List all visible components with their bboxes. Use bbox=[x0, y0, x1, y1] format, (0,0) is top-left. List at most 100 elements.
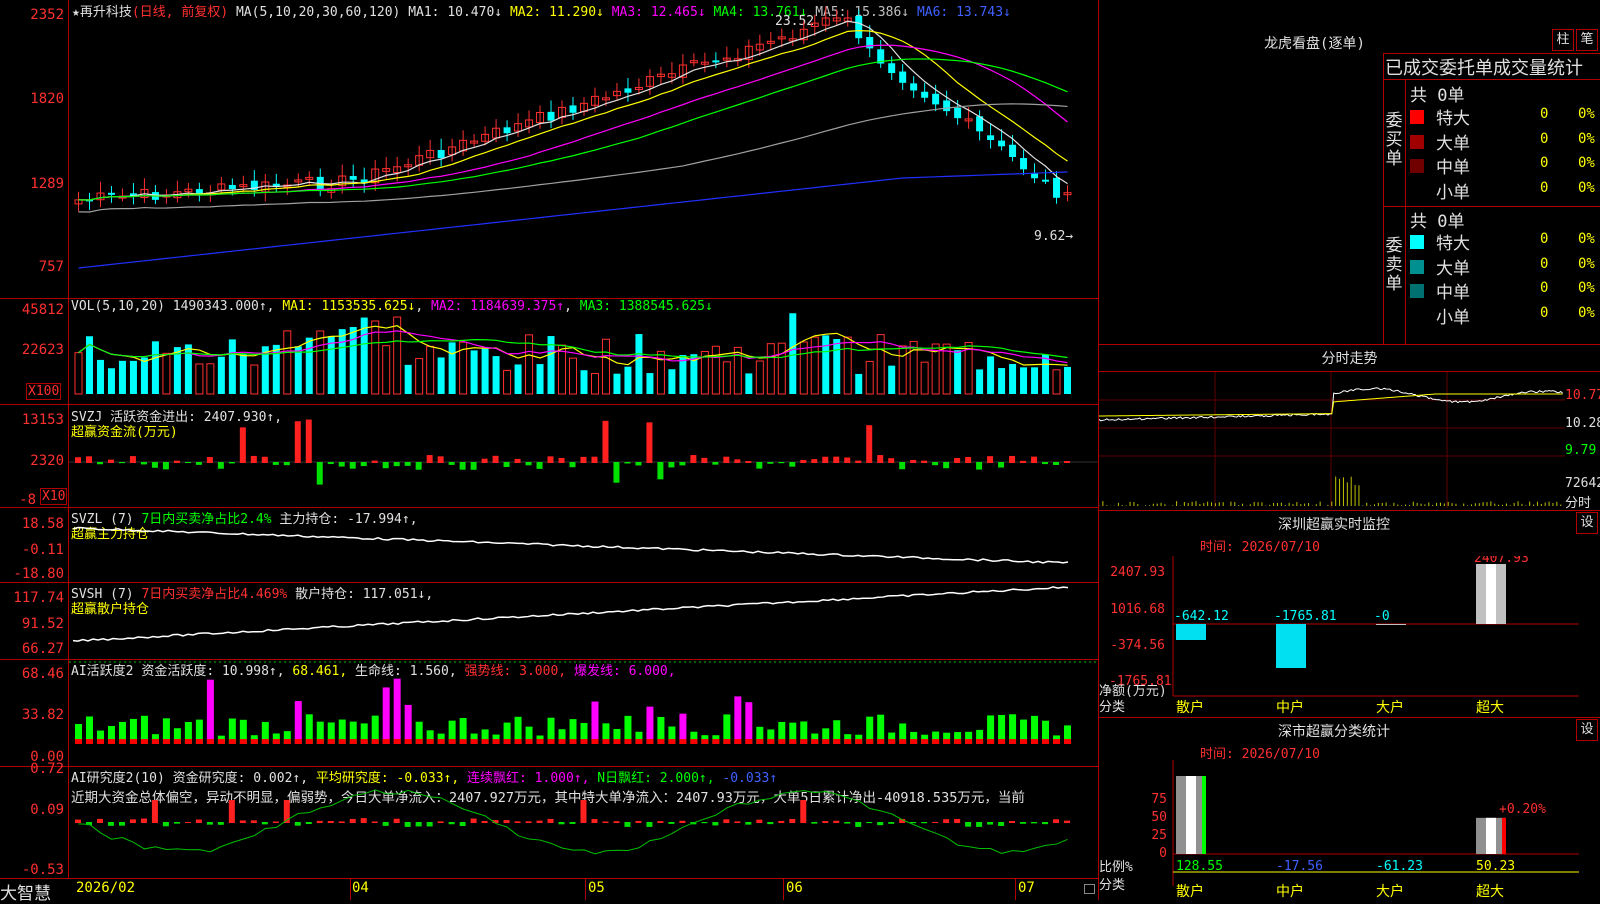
flow-bar bbox=[657, 462, 664, 480]
volume-bar bbox=[799, 341, 808, 395]
flow-bar bbox=[129, 456, 136, 463]
research-bar bbox=[481, 820, 488, 823]
flow-bar bbox=[173, 460, 180, 463]
ma3-line bbox=[78, 44, 1068, 201]
lifeline-bar bbox=[371, 739, 379, 744]
flow-bar bbox=[679, 462, 686, 466]
activity-bar bbox=[404, 704, 412, 744]
research-bar bbox=[228, 800, 235, 823]
color-swatch bbox=[1410, 183, 1424, 198]
volume-bar bbox=[898, 345, 907, 395]
volume-bar bbox=[843, 336, 852, 395]
flow-bar bbox=[602, 420, 609, 463]
candle-body bbox=[624, 88, 632, 93]
volume-bar bbox=[107, 368, 115, 394]
research-bar bbox=[756, 819, 763, 823]
volume-bar bbox=[514, 364, 522, 394]
lifeline-bar bbox=[140, 739, 148, 744]
lifeline-bar bbox=[261, 739, 269, 744]
volume-bar bbox=[228, 339, 236, 394]
research-bar bbox=[503, 820, 510, 823]
color-swatch bbox=[1410, 134, 1424, 149]
lifeline-bar bbox=[547, 739, 555, 744]
research-bar bbox=[998, 822, 1005, 826]
order-size-label: 小单 bbox=[1436, 307, 1470, 328]
research-bar bbox=[437, 821, 444, 823]
volume-bar bbox=[426, 345, 435, 395]
research-bar bbox=[954, 818, 961, 823]
research-bar bbox=[965, 822, 972, 827]
bar-mode-button[interactable]: 柱 bbox=[1552, 29, 1574, 51]
y-tick: 0.09 bbox=[30, 802, 64, 818]
candle-body bbox=[1020, 158, 1028, 170]
color-swatch bbox=[1410, 284, 1424, 298]
research-bar bbox=[316, 820, 323, 823]
lifeline-bar bbox=[404, 739, 412, 744]
activity-bar bbox=[294, 701, 302, 744]
flow-bar bbox=[899, 462, 906, 470]
x-tick: 2026/02 bbox=[76, 880, 136, 896]
lifeline-bar bbox=[426, 739, 434, 744]
vol-ma3-line bbox=[78, 339, 1068, 359]
lifeline-bar bbox=[943, 739, 951, 744]
order-percent: 0% bbox=[1578, 179, 1595, 196]
lock-icon[interactable] bbox=[1084, 884, 1095, 894]
volume-bar bbox=[327, 336, 335, 394]
volume-bar bbox=[316, 330, 325, 395]
svzj-panel[interactable]: SVZJ 活跃资金进出: 2407.930↑, 超赢资金流(万元) 13153 … bbox=[0, 405, 1098, 508]
lifeline-bar bbox=[734, 739, 742, 744]
flow-bar bbox=[1064, 461, 1071, 463]
activity-bar bbox=[206, 679, 214, 744]
lifeline-bar bbox=[1009, 739, 1017, 744]
flow-bar bbox=[833, 456, 840, 463]
volume-bar bbox=[711, 345, 720, 395]
flow-bar bbox=[195, 462, 202, 465]
svsh-panel[interactable]: SVSH (7) 7日内买卖净占比4.469% 散户持仓: 117.051↓, … bbox=[0, 583, 1098, 659]
flow-bar bbox=[217, 462, 224, 469]
lifeline-bar bbox=[349, 739, 357, 744]
order-count: 0 bbox=[1540, 304, 1549, 321]
research-bar bbox=[844, 822, 851, 824]
research-bar bbox=[591, 819, 598, 823]
flow-bar bbox=[800, 459, 807, 463]
ai-research-panel[interactable]: AI研究度2(10) 资金研究度: 0.002↑, 平均研究度: -0.033↑… bbox=[0, 761, 1098, 878]
ai-activity-panel[interactable]: AI活跃度2 资金活跃度: 10.998↑, 68.461, 生命线: 1.56… bbox=[0, 660, 1098, 766]
monitor-category: 超大 bbox=[1476, 700, 1504, 716]
research-bar bbox=[855, 822, 862, 827]
tick-mode-button[interactable]: 笔 bbox=[1576, 29, 1598, 51]
monitor-settings-button[interactable]: 设 bbox=[1576, 512, 1598, 534]
research-bar bbox=[1020, 822, 1027, 824]
research-bar bbox=[217, 822, 224, 825]
research-bar bbox=[646, 822, 653, 827]
svzl-panel[interactable]: SVZL (7) 7日内买卖净占比2.4% 主力持仓: -17.994↑, 超赢… bbox=[0, 508, 1098, 582]
research-bar bbox=[789, 818, 796, 823]
lifeline-bar bbox=[855, 739, 863, 744]
research-bar bbox=[360, 818, 367, 823]
color-swatch bbox=[1410, 235, 1424, 249]
x-tick: 05 bbox=[588, 880, 605, 896]
flow-bar bbox=[712, 462, 719, 465]
research-bar bbox=[151, 800, 158, 823]
research-bar bbox=[305, 822, 312, 825]
sell-row-1: 大单 0 0% bbox=[1408, 254, 1600, 279]
research-bar bbox=[910, 822, 917, 824]
volume-bar bbox=[140, 357, 148, 394]
volume-bar bbox=[789, 313, 797, 394]
lifeline-bar bbox=[129, 739, 137, 744]
main-kline-panel[interactable]: ★再升科技(日线, 前复权) MA(5,10,20,30,60,120) MA1… bbox=[0, 0, 1098, 298]
divider bbox=[1099, 344, 1600, 345]
volume-bar bbox=[976, 369, 984, 394]
volume-bar bbox=[217, 356, 225, 394]
ai-research-canvas bbox=[75, 789, 1071, 855]
flow-bar bbox=[624, 462, 631, 464]
order-percent: 0% bbox=[1578, 280, 1595, 296]
lifeline-bar bbox=[481, 739, 489, 744]
volume-bar bbox=[855, 373, 863, 394]
lifeline-bar bbox=[283, 739, 291, 744]
intraday-chart[interactable]: 10.77 10.28 9.79 72642 分时 bbox=[1099, 372, 1600, 511]
class-settings-button[interactable]: 设 bbox=[1576, 719, 1598, 741]
volume-bar bbox=[876, 334, 885, 395]
flow-bar bbox=[965, 457, 972, 463]
volume-panel[interactable]: VOL(5,10,20) 1490343.000↑, MA1: 1153535.… bbox=[0, 299, 1098, 404]
order-size-label: 小单 bbox=[1436, 182, 1470, 203]
